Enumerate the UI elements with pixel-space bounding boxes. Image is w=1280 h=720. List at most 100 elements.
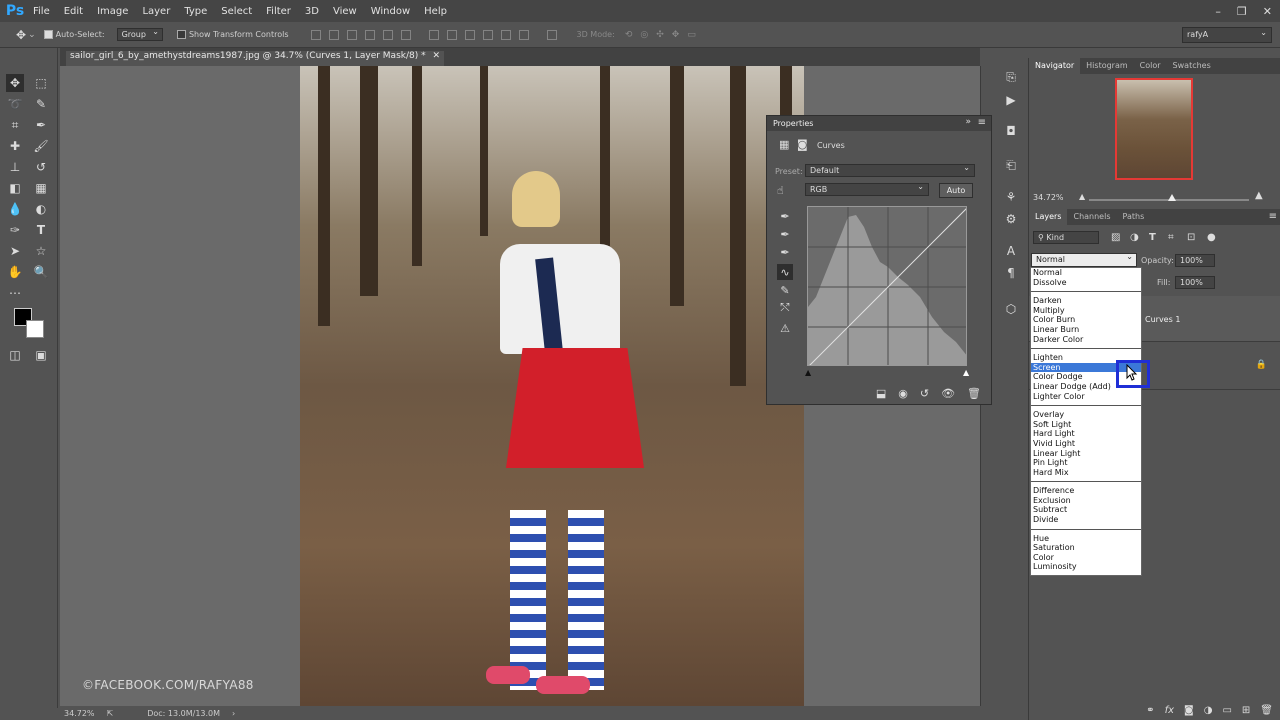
tab-paths[interactable]: Paths	[1117, 209, 1151, 225]
delete-adjustment-icon[interactable]: 🗑	[967, 387, 981, 400]
filter-smart-object-icon[interactable]: ⊡	[1187, 232, 1195, 243]
status-zoom[interactable]: 34.72%	[64, 709, 95, 718]
tab-channels[interactable]: Channels	[1067, 209, 1116, 225]
new-layer-icon[interactable]: ⊞	[1242, 705, 1250, 716]
close-icon[interactable]: ✕	[432, 51, 440, 61]
blend-option-darker-color[interactable]: Darker Color	[1031, 335, 1141, 345]
channel-dropdown[interactable]: RGB	[805, 182, 929, 196]
move-tool-icon[interactable]: ✥	[6, 74, 24, 92]
opacity-field[interactable]: 100%	[1175, 254, 1215, 267]
tab-layers[interactable]: Layers	[1029, 209, 1068, 225]
distribute-left-icon[interactable]	[482, 29, 493, 40]
panel-menu-icon[interactable]: ≡	[1269, 211, 1277, 222]
auto-button[interactable]: Auto	[939, 183, 973, 198]
blend-option-pin-light[interactable]: Pin Light	[1031, 458, 1141, 468]
document-tab[interactable]: sailor_girl_6_by_amethystdreams1987.jpg …	[66, 51, 445, 66]
blend-option-normal[interactable]: Normal	[1031, 268, 1141, 278]
filter-adjustment-icon[interactable]: ◑	[1130, 232, 1139, 243]
pencil-draw-icon[interactable]: ✎	[777, 282, 793, 298]
menu-item-image[interactable]: Image	[90, 6, 135, 17]
tab-navigator[interactable]: Navigator	[1029, 58, 1081, 74]
filter-type-icon[interactable]: T	[1149, 232, 1156, 243]
zoom-slider-knob[interactable]	[1168, 194, 1177, 201]
move-tool-icon[interactable]: ✥	[16, 28, 26, 42]
auto-select-dropdown[interactable]: Group	[116, 27, 163, 41]
background-color-swatch[interactable]	[26, 320, 44, 338]
status-arrow-icon[interactable]: ›	[232, 709, 235, 718]
blend-option-color[interactable]: Color	[1031, 553, 1141, 563]
collapse-icon[interactable]: »	[965, 117, 971, 127]
blend-option-hard-mix[interactable]: Hard Mix	[1031, 468, 1141, 478]
add-mask-icon[interactable]: ◙	[1184, 705, 1194, 716]
tool-presets-icon[interactable]: ⚙	[1002, 210, 1020, 228]
blend-option-subtract[interactable]: Subtract	[1031, 505, 1141, 515]
filter-pixel-icon[interactable]: ▨	[1111, 232, 1120, 243]
navigator-thumbnail[interactable]	[1115, 78, 1193, 180]
curve-points-icon[interactable]: ∿	[777, 264, 793, 280]
blend-option-hard-light[interactable]: Hard Light	[1031, 429, 1141, 439]
menu-item-help[interactable]: Help	[417, 6, 454, 17]
3d-rotate-icon[interactable]: ⟲	[625, 30, 633, 40]
blend-option-divide[interactable]: Divide	[1031, 515, 1141, 525]
blend-option-hue[interactable]: Hue	[1031, 534, 1141, 544]
type-tool-icon[interactable]: T	[32, 221, 50, 239]
quick-mask-icon[interactable]: ◫	[6, 346, 24, 364]
blend-option-soft-light[interactable]: Soft Light	[1031, 420, 1141, 430]
gray-point-eyedropper-icon[interactable]: ✒	[777, 226, 793, 242]
tab-histogram[interactable]: Histogram	[1080, 58, 1134, 74]
filter-toggle-icon[interactable]: ●	[1207, 232, 1216, 243]
blend-option-darken[interactable]: Darken	[1031, 296, 1141, 306]
blend-option-lighter-color[interactable]: Lighter Color	[1031, 392, 1141, 402]
blur-tool-icon[interactable]: 💧	[6, 200, 24, 218]
clipping-warning-icon[interactable]: ⚠	[777, 320, 793, 336]
blend-option-dissolve[interactable]: Dissolve	[1031, 278, 1141, 288]
zoom-tool-icon[interactable]: 🔍	[32, 263, 50, 281]
mask-icon[interactable]: ◙	[797, 138, 808, 151]
white-point-eyedropper-icon[interactable]: ✒	[777, 244, 793, 260]
align-left-icon[interactable]	[364, 29, 375, 40]
menu-item-file[interactable]: File	[26, 6, 57, 17]
adjustments-icon[interactable]: ◘	[1002, 122, 1020, 140]
blend-mode-dropdown[interactable]: Normal	[1031, 252, 1137, 267]
menu-item-3d[interactable]: 3D	[298, 6, 326, 17]
tool-preset-chevron-icon[interactable]: ⌄	[28, 30, 36, 40]
3d-scale-icon[interactable]: ▭	[687, 30, 696, 40]
menu-item-edit[interactable]: Edit	[57, 6, 90, 17]
menu-item-window[interactable]: Window	[364, 6, 417, 17]
align-bottom-icon[interactable]	[346, 29, 357, 40]
distribute-hcenter-icon[interactable]	[500, 29, 511, 40]
actions-play-icon[interactable]: ▶	[1002, 91, 1020, 109]
3d-roll-icon[interactable]: ◎	[640, 30, 648, 40]
clone-stamp-tool-icon[interactable]: ⊥	[6, 158, 24, 176]
lasso-tool-icon[interactable]: ➰	[6, 95, 24, 113]
clip-to-layer-icon[interactable]: ⬓	[876, 387, 886, 400]
3d-icon[interactable]: ⬡	[1002, 300, 1020, 318]
screen-mode-icon[interactable]: ▣	[32, 346, 50, 364]
layer-filter-dropdown[interactable]: ⚲ Kind	[1033, 231, 1099, 244]
close-icon[interactable]: ✕	[1263, 5, 1272, 18]
smooth-curve-icon[interactable]: ⤲	[777, 300, 793, 316]
link-layers-icon[interactable]: ⚭	[1146, 705, 1154, 716]
hand-tool-icon[interactable]: ✋	[6, 263, 24, 281]
eraser-tool-icon[interactable]: ◧	[6, 179, 24, 197]
brush-presets-icon[interactable]: ⚘	[1002, 188, 1020, 206]
navigator-zoom-value[interactable]: 34.72%	[1033, 193, 1064, 202]
workspace-dropdown[interactable]: rafyA ⌄	[1182, 27, 1272, 43]
menu-item-layer[interactable]: Layer	[135, 6, 177, 17]
quick-select-tool-icon[interactable]: ✎	[32, 95, 50, 113]
blend-option-overlay[interactable]: Overlay	[1031, 410, 1141, 420]
panel-menu-icon[interactable]: ≡	[978, 117, 986, 128]
preset-dropdown[interactable]: Default	[805, 163, 975, 177]
path-selection-tool-icon[interactable]: ➤	[6, 242, 24, 260]
delete-layer-icon[interactable]: 🗑	[1260, 705, 1273, 716]
minimize-icon[interactable]: –	[1215, 5, 1221, 18]
blend-option-exclusion[interactable]: Exclusion	[1031, 496, 1141, 506]
eyedropper-tool-icon[interactable]: ✒	[32, 116, 50, 134]
blend-option-vivid-light[interactable]: Vivid Light	[1031, 439, 1141, 449]
clone-source-icon[interactable]: ⎗	[1002, 156, 1020, 174]
character-icon[interactable]: A	[1002, 242, 1020, 260]
distribute-right-icon[interactable]	[518, 29, 529, 40]
align-hcenter-icon[interactable]	[382, 29, 393, 40]
on-image-adjust-icon[interactable]: ☝	[777, 184, 784, 197]
view-previous-icon[interactable]: ◉	[898, 387, 908, 400]
